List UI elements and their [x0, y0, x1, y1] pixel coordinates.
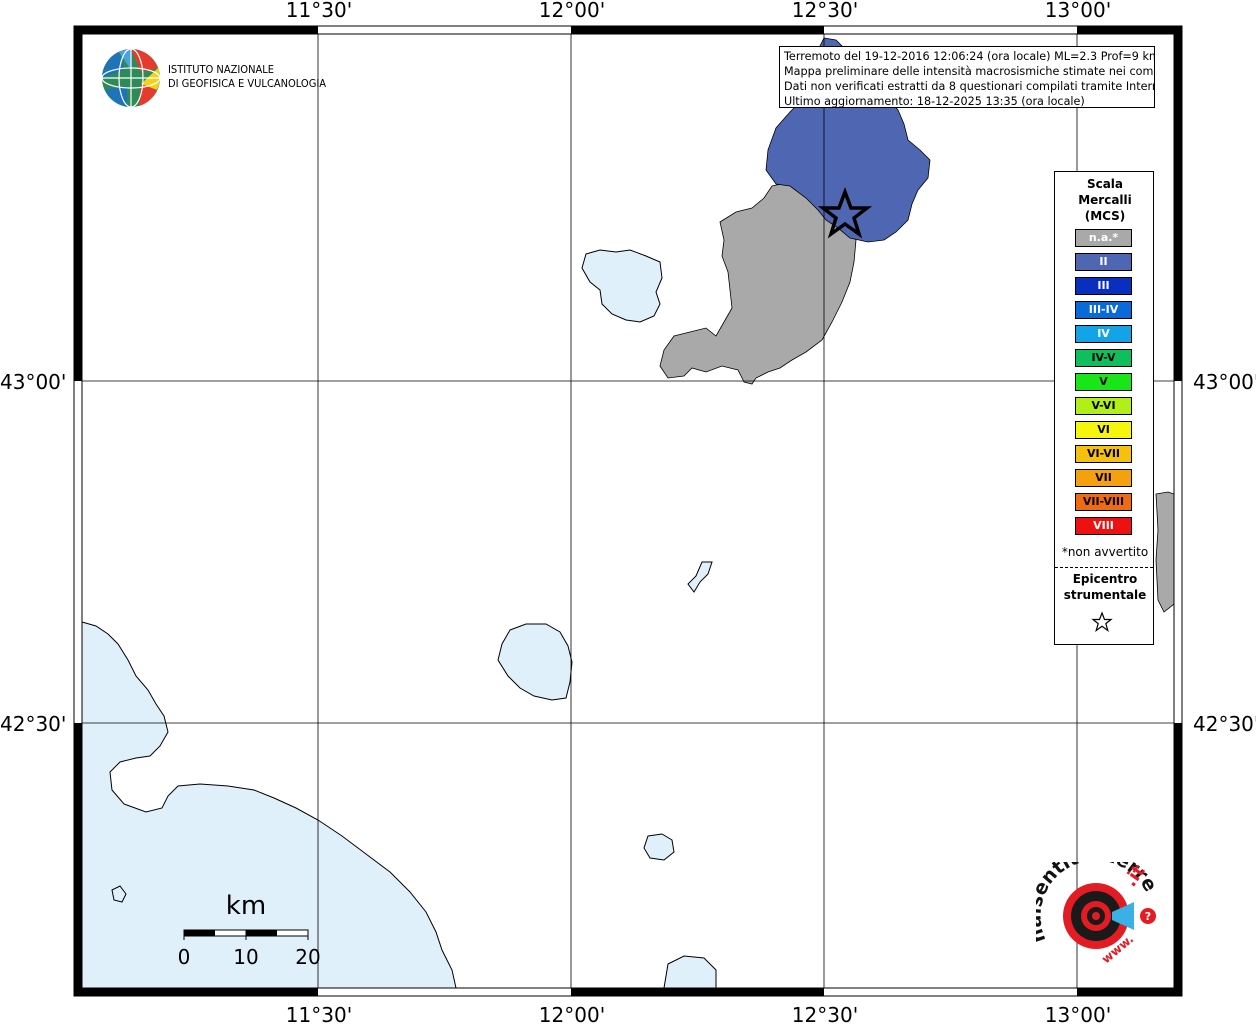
legend-title: Scala Mercalli (MCS)	[1055, 176, 1155, 224]
event-info-box: Terremoto del 19-12-2016 12:06:24 (ora l…	[779, 46, 1155, 108]
legend-swatch: IV-V	[1075, 349, 1132, 367]
legend-title-line2: Mercalli	[1078, 193, 1132, 207]
ingv-name-line1: ISTITUTO NAZIONALE	[168, 63, 275, 76]
top-tick-1: 11°30'	[286, 0, 352, 22]
legend-swatch: VIII	[1075, 517, 1132, 535]
legend-swatch: VII-VIII	[1075, 493, 1132, 511]
legend-title-line1: Scala	[1086, 177, 1124, 191]
legend-swatch: VII	[1075, 469, 1132, 487]
svg-text:?: ?	[1145, 910, 1151, 923]
left-tick-1: 43°00'	[0, 370, 66, 394]
legend-separator	[1055, 567, 1153, 568]
bottom-tick-2: 12°00'	[539, 1003, 605, 1024]
event-info-line1: Terremoto del 19-12-2016 12:06:24 (ora l…	[784, 50, 1155, 63]
scale-label-20: 20	[295, 945, 320, 969]
legend-swatch: n.a.*	[1075, 229, 1132, 247]
legend-swatch: III	[1075, 277, 1132, 295]
legend-na-note: *non avvertito	[1061, 545, 1149, 559]
event-info-line3: Dati non verificati estratti da 8 questi…	[784, 80, 1155, 93]
legend-epicenter-line1: Epicentro	[1072, 572, 1138, 586]
scale-label-10: 10	[233, 945, 258, 969]
legend-epicenter-label: Epicentro strumentale	[1055, 571, 1155, 603]
haisentito-logo-icon: haisentitoilterremoto .it www. ?	[1036, 862, 1161, 966]
top-tick-3: 12°30'	[792, 0, 858, 22]
mcs-legend: Scala Mercalli (MCS) n.a.* II III III-IV IV I…	[1054, 171, 1154, 645]
bottom-tick-4: 13°00'	[1045, 1003, 1111, 1024]
event-info-line2: Mappa preliminare delle intensità macros…	[784, 65, 1155, 78]
legend-star-icon	[1091, 611, 1113, 633]
right-tick-1: 43°00'	[1193, 370, 1256, 394]
event-info-line4: Ultimo aggiornamento: 18-12-2025 13:35 (…	[784, 95, 1085, 108]
ingv-name: ISTITUTO NAZIONALE DI GEOFISICA E VULCAN…	[168, 63, 326, 91]
scale-unit: km	[226, 891, 266, 921]
bottom-tick-1: 11°30'	[286, 1003, 352, 1024]
left-tick-2: 42°30'	[0, 712, 66, 736]
legend-swatch: VI-VII	[1075, 445, 1132, 463]
scale-label-0: 0	[178, 945, 191, 969]
ingv-logo-icon	[101, 48, 161, 108]
legend-swatch: II	[1075, 253, 1132, 271]
legend-swatch: IV	[1075, 325, 1132, 343]
legend-swatch: V-VI	[1075, 397, 1132, 415]
legend-swatch: III-IV	[1075, 301, 1132, 319]
region-not-available-east	[1155, 491, 1175, 613]
legend-swatch: V	[1075, 373, 1132, 391]
top-tick-4: 13°00'	[1045, 0, 1111, 22]
legend-epicenter-line2: strumentale	[1063, 588, 1147, 602]
right-tick-2: 42°30'	[1193, 712, 1256, 736]
legend-swatch: VI	[1075, 421, 1132, 439]
bottom-tick-3: 12°30'	[792, 1003, 858, 1024]
ingv-name-line2: DI GEOFISICA E VULCANOLOGIA	[168, 77, 327, 90]
legend-title-line3: (MCS)	[1084, 209, 1126, 223]
top-tick-2: 12°00'	[539, 0, 605, 22]
